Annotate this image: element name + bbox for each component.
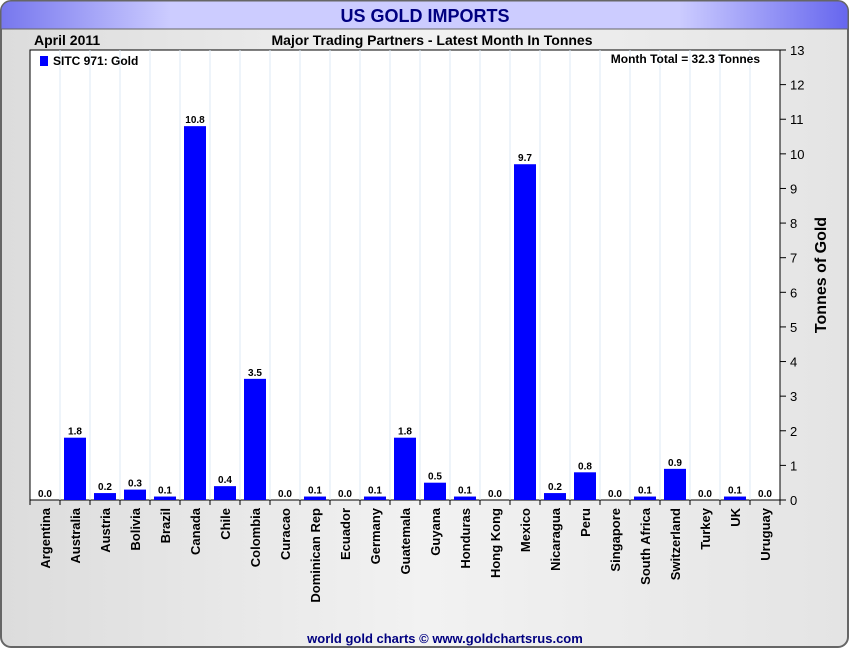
x-tick-label: Guyana	[428, 507, 443, 555]
data-label: 9.7	[518, 153, 532, 164]
y-tick-label: 0	[790, 493, 797, 508]
data-label: 1.8	[398, 427, 412, 438]
legend-label: SITC 971: Gold	[53, 54, 138, 68]
y-axis-label: Tonnes of Gold	[813, 217, 830, 333]
data-label: 0.8	[578, 461, 592, 472]
y-tick-label: 10	[790, 147, 804, 162]
x-tick-label: Brazil	[158, 508, 173, 543]
gold-imports-chart: US GOLD IMPORTS April 2011 Major Trading…	[0, 0, 849, 648]
y-tick-label: 2	[790, 424, 797, 439]
y-tick-label: 4	[790, 355, 797, 370]
x-tick-label: Chile	[218, 508, 233, 540]
footer-credit: world gold charts © www.goldchartsrus.co…	[306, 631, 583, 646]
x-tick-label: Curacao	[278, 508, 293, 560]
x-tick-label: Colombia	[248, 507, 263, 567]
bar-dominican-rep	[304, 496, 326, 500]
x-tick-label: Peru	[578, 508, 593, 537]
y-tick-label: 9	[790, 181, 797, 196]
bar-germany	[364, 496, 386, 500]
data-label: 1.8	[68, 427, 82, 438]
data-label: 3.5	[248, 368, 262, 379]
data-label: 10.8	[185, 115, 205, 126]
bar-peru	[574, 472, 596, 500]
bar-guyana	[424, 482, 446, 500]
x-tick-label: Dominican Rep	[308, 508, 323, 603]
x-tick-label: South Africa	[638, 507, 653, 585]
x-tick-label: Switzerland	[668, 508, 683, 580]
data-label: 0.0	[278, 489, 292, 500]
bar-mexico	[514, 164, 536, 500]
x-tick-label: Argentina	[38, 507, 53, 568]
data-label: 0.9	[668, 458, 682, 469]
x-tick-label: Germany	[368, 507, 383, 564]
chart-title: US GOLD IMPORTS	[340, 6, 509, 26]
bar-canada	[184, 126, 206, 501]
y-tick-label: 5	[790, 320, 797, 335]
y-tick-label: 1	[790, 458, 797, 473]
x-tick-label: Ecuador	[338, 508, 353, 560]
bar-south-africa	[634, 496, 656, 500]
bar-nicaragua	[544, 493, 566, 500]
y-tick-label: 3	[790, 389, 797, 404]
bar-chile	[214, 486, 236, 500]
period-label: April 2011	[34, 32, 100, 48]
x-tick-label: UK	[728, 507, 743, 526]
x-tick-label: Turkey	[698, 507, 713, 549]
data-label: 0.1	[158, 486, 172, 497]
data-label: 0.0	[608, 489, 622, 500]
data-label: 0.1	[728, 486, 742, 497]
bar-switzerland	[664, 468, 686, 500]
data-label: 0.1	[638, 486, 652, 497]
bar-honduras	[454, 496, 476, 500]
y-tick-label: 11	[790, 112, 804, 127]
x-tick-label: Nicaragua	[548, 507, 563, 571]
data-label: 0.4	[218, 475, 232, 486]
data-label: 0.2	[548, 482, 562, 493]
bar-brazil	[154, 496, 176, 500]
x-tick-label: Uruguay	[758, 507, 773, 561]
data-label: 0.3	[128, 479, 142, 490]
bar-guatemala	[394, 437, 416, 500]
bar-bolivia	[124, 489, 146, 500]
bar-colombia	[244, 378, 266, 500]
x-tick-label: Hong Kong	[488, 508, 503, 578]
month-total-annotation: Month Total = 32.3 Tonnes	[611, 52, 761, 66]
legend-swatch	[40, 56, 48, 66]
x-tick-label: Australia	[68, 507, 83, 563]
data-label: 0.5	[428, 472, 442, 483]
y-tick-label: 6	[790, 285, 797, 300]
data-label: 0.0	[38, 489, 52, 500]
data-label: 0.0	[758, 489, 772, 500]
y-tick-label: 8	[790, 216, 797, 231]
x-tick-label: Austria	[98, 507, 113, 553]
x-tick-label: Guatemala	[398, 507, 413, 574]
bar-austria	[94, 493, 116, 500]
data-label: 0.1	[368, 486, 382, 497]
y-tick-label: 12	[790, 78, 804, 93]
x-tick-label: Singapore	[608, 508, 623, 572]
y-tick-label: 7	[790, 251, 797, 266]
bar-uk	[724, 496, 746, 500]
x-tick-label: Canada	[188, 507, 203, 555]
x-tick-label: Mexico	[518, 508, 533, 552]
data-label: 0.0	[698, 489, 712, 500]
bar-australia	[64, 437, 86, 500]
data-label: 0.2	[98, 482, 112, 493]
x-tick-label: Bolivia	[128, 507, 143, 550]
data-label: 0.0	[488, 489, 502, 500]
data-label: 0.1	[308, 486, 322, 497]
y-tick-label: 13	[790, 43, 804, 58]
chart-subtitle: Major Trading Partners - Latest Month In…	[272, 32, 593, 48]
data-label: 0.0	[338, 489, 352, 500]
x-tick-label: Honduras	[458, 508, 473, 569]
data-label: 0.1	[458, 486, 472, 497]
